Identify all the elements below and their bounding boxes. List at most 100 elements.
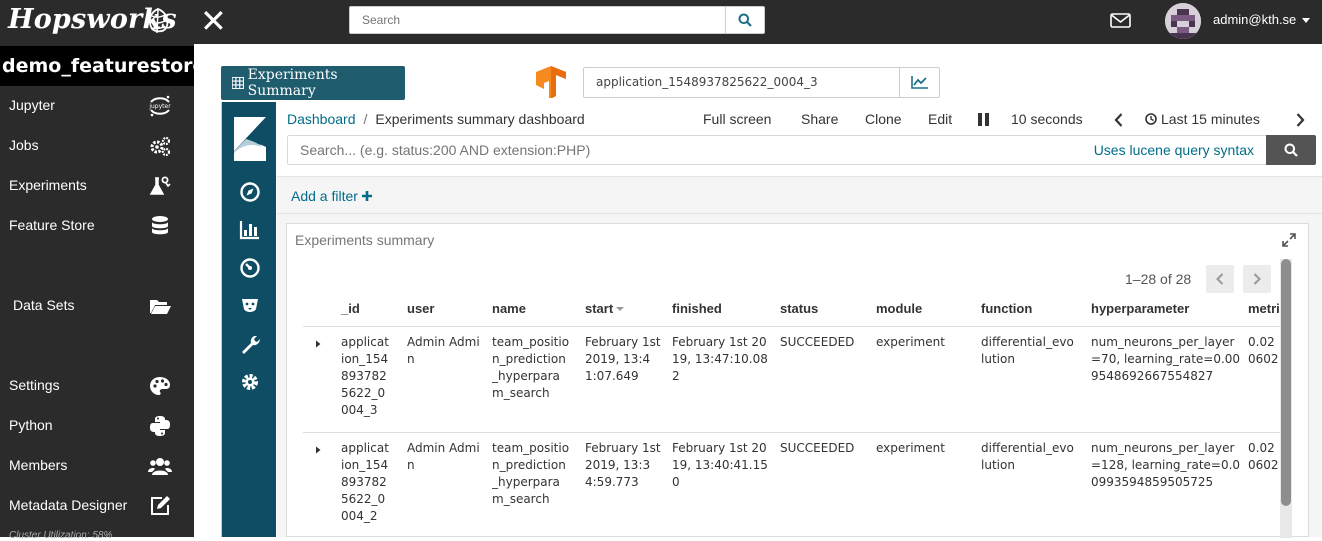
sidebar-item-label: Python	[9, 417, 53, 433]
global-search-button[interactable]	[725, 7, 764, 33]
sidebar-item-jobs[interactable]: Jobs	[0, 128, 194, 164]
time-picker-button[interactable]: Last 15 minutes	[1145, 111, 1260, 127]
column-header-status[interactable]: status	[780, 301, 818, 316]
column-header-hyperparameter[interactable]: hyperparameter	[1091, 301, 1189, 316]
sidebar-item-jupyter[interactable]: Jupyter jupyter	[0, 88, 194, 124]
time-range-label: Last 15 minutes	[1161, 111, 1260, 127]
database-icon	[152, 216, 168, 235]
full-screen-button[interactable]: Full screen	[703, 111, 771, 127]
clone-button[interactable]: Clone	[865, 111, 902, 127]
next-page-button[interactable]	[1243, 265, 1271, 293]
breadcrumb-current: Experiments summary dashboard	[375, 111, 585, 127]
pause-icon[interactable]	[977, 113, 990, 126]
column-header-function[interactable]: function	[981, 301, 1032, 316]
column-header-module[interactable]: module	[876, 301, 922, 316]
kibana-search-button[interactable]	[1266, 135, 1316, 165]
cell-finished: February 1st 2019, 13:40:41.150	[672, 441, 768, 489]
search-icon	[1284, 143, 1298, 157]
chevron-right-icon	[1253, 273, 1261, 285]
global-search-input[interactable]	[350, 7, 726, 33]
sidebar-item-label: Jupyter	[9, 97, 55, 113]
plus-icon	[361, 191, 372, 201]
cell-hyperparameter: num_neurons_per_layer=70, learning_rate=…	[1091, 335, 1241, 383]
caret-right-icon[interactable]	[314, 340, 322, 348]
column-header-start-label: start	[585, 301, 614, 316]
user-menu[interactable]: admin@kth.se	[1213, 12, 1311, 27]
sort-down-icon	[616, 307, 625, 311]
pagination-info: 1–28 of 28	[1125, 271, 1192, 287]
chevron-left-icon	[1216, 273, 1224, 285]
flask-icon	[149, 176, 171, 195]
add-filter-label: Add a filter	[291, 188, 358, 204]
cell-user: Admin Admin	[407, 441, 480, 472]
caret-right-icon[interactable]	[314, 446, 322, 454]
gear-icon[interactable]	[239, 371, 261, 393]
column-header-finished[interactable]: finished	[672, 301, 722, 316]
cell-name: team_position_prediction_hyperparam_sear…	[492, 441, 570, 506]
sidebar-item-experiments[interactable]: Experiments	[0, 168, 194, 204]
expand-icon[interactable]	[1282, 233, 1296, 247]
column-header-metric[interactable]: metric	[1248, 301, 1280, 316]
header-divider	[303, 326, 1280, 327]
experiments-summary-button[interactable]: Experiments Summary	[221, 66, 405, 100]
kibana-main: Dashboard / Experiments summary dashboard …	[277, 102, 1322, 538]
cell-id: application_1548937825622_0004_3	[341, 334, 391, 419]
folder-open-icon	[150, 300, 171, 314]
share-button[interactable]: Share	[801, 111, 838, 127]
kibana-query-input[interactable]	[288, 136, 1068, 164]
sidebar-item-feature-store[interactable]: Feature Store	[0, 208, 194, 244]
avatar[interactable]	[1165, 3, 1201, 39]
vertical-scrollbar[interactable]	[1280, 259, 1292, 538]
prev-page-button[interactable]	[1206, 265, 1234, 293]
application-id-input[interactable]: application_1548937825622_0004_3	[583, 67, 900, 98]
column-header-start[interactable]: start	[585, 301, 625, 316]
add-filter-button[interactable]: Add a filter	[291, 188, 372, 204]
dashboard-icon[interactable]	[239, 257, 261, 279]
breadcrumb-dashboard-link[interactable]: Dashboard	[287, 111, 356, 127]
panel-title: Experiments summary	[295, 232, 435, 248]
edit-button[interactable]: Edit	[928, 111, 952, 127]
mail-icon[interactable]	[1110, 12, 1131, 29]
chart-button[interactable]	[899, 67, 940, 98]
table-icon	[232, 77, 244, 89]
project-name[interactable]: demo_featurestore...	[0, 46, 194, 86]
sidebar-item-data-sets[interactable]: Data Sets	[0, 288, 194, 324]
experiments-summary-panel: Experiments summary 1–28 of 28 _id user …	[286, 223, 1309, 538]
cell-function: differential_evolution	[981, 441, 1074, 472]
chevron-right-icon[interactable]	[1296, 113, 1305, 127]
lucene-syntax-link[interactable]: Uses lucene query syntax	[1094, 142, 1254, 158]
cell-user: Admin Admin	[407, 335, 480, 366]
scrollbar-thumb[interactable]	[1281, 259, 1291, 506]
close-icon[interactable]: ✕	[200, 4, 227, 38]
bar-chart-icon[interactable]	[239, 218, 261, 240]
cell-start: February 1st 2019, 13:34:59.773	[585, 441, 661, 489]
timelion-icon[interactable]	[239, 295, 261, 317]
hops-cone-icon	[148, 8, 169, 34]
sidebar-item-members[interactable]: Members	[0, 448, 194, 484]
python-icon	[150, 416, 170, 436]
sidebar-item-metadata-designer[interactable]: Metadata Designer	[0, 488, 194, 524]
wrench-icon[interactable]	[239, 333, 261, 355]
sidebar-item-label: Experiments	[9, 177, 87, 193]
kibana-nav	[222, 102, 276, 537]
refresh-interval-button[interactable]: 10 seconds	[1011, 111, 1083, 127]
cell-start: February 1st 2019, 13:41:07.649	[585, 335, 661, 383]
column-header-user[interactable]: user	[407, 301, 434, 316]
compass-icon[interactable]	[239, 181, 261, 203]
kibana-logo[interactable]	[234, 117, 266, 161]
clock-icon	[1145, 113, 1157, 125]
sidebar-item-python[interactable]: Python	[0, 408, 194, 444]
cell-metric: 0.020602980	[1248, 441, 1279, 472]
kibana-query-bar: Uses lucene query syntax	[287, 135, 1267, 165]
sidebar-item-settings[interactable]: Settings	[0, 368, 194, 404]
chevron-left-icon[interactable]	[1114, 113, 1123, 127]
column-header-id[interactable]: _id	[341, 301, 360, 316]
caret-down-icon	[1302, 18, 1311, 24]
column-header-name[interactable]: name	[492, 301, 526, 316]
cell-name: team_position_prediction_hyperparam_sear…	[492, 335, 570, 400]
sidebar-item-label: Metadata Designer	[9, 497, 128, 513]
cell-metric: 0.020602980	[1248, 335, 1279, 366]
tensorflow-icon[interactable]	[534, 66, 568, 98]
cell-status: SUCCEEDED	[780, 441, 855, 455]
sidebar-item-label: Settings	[9, 377, 60, 393]
